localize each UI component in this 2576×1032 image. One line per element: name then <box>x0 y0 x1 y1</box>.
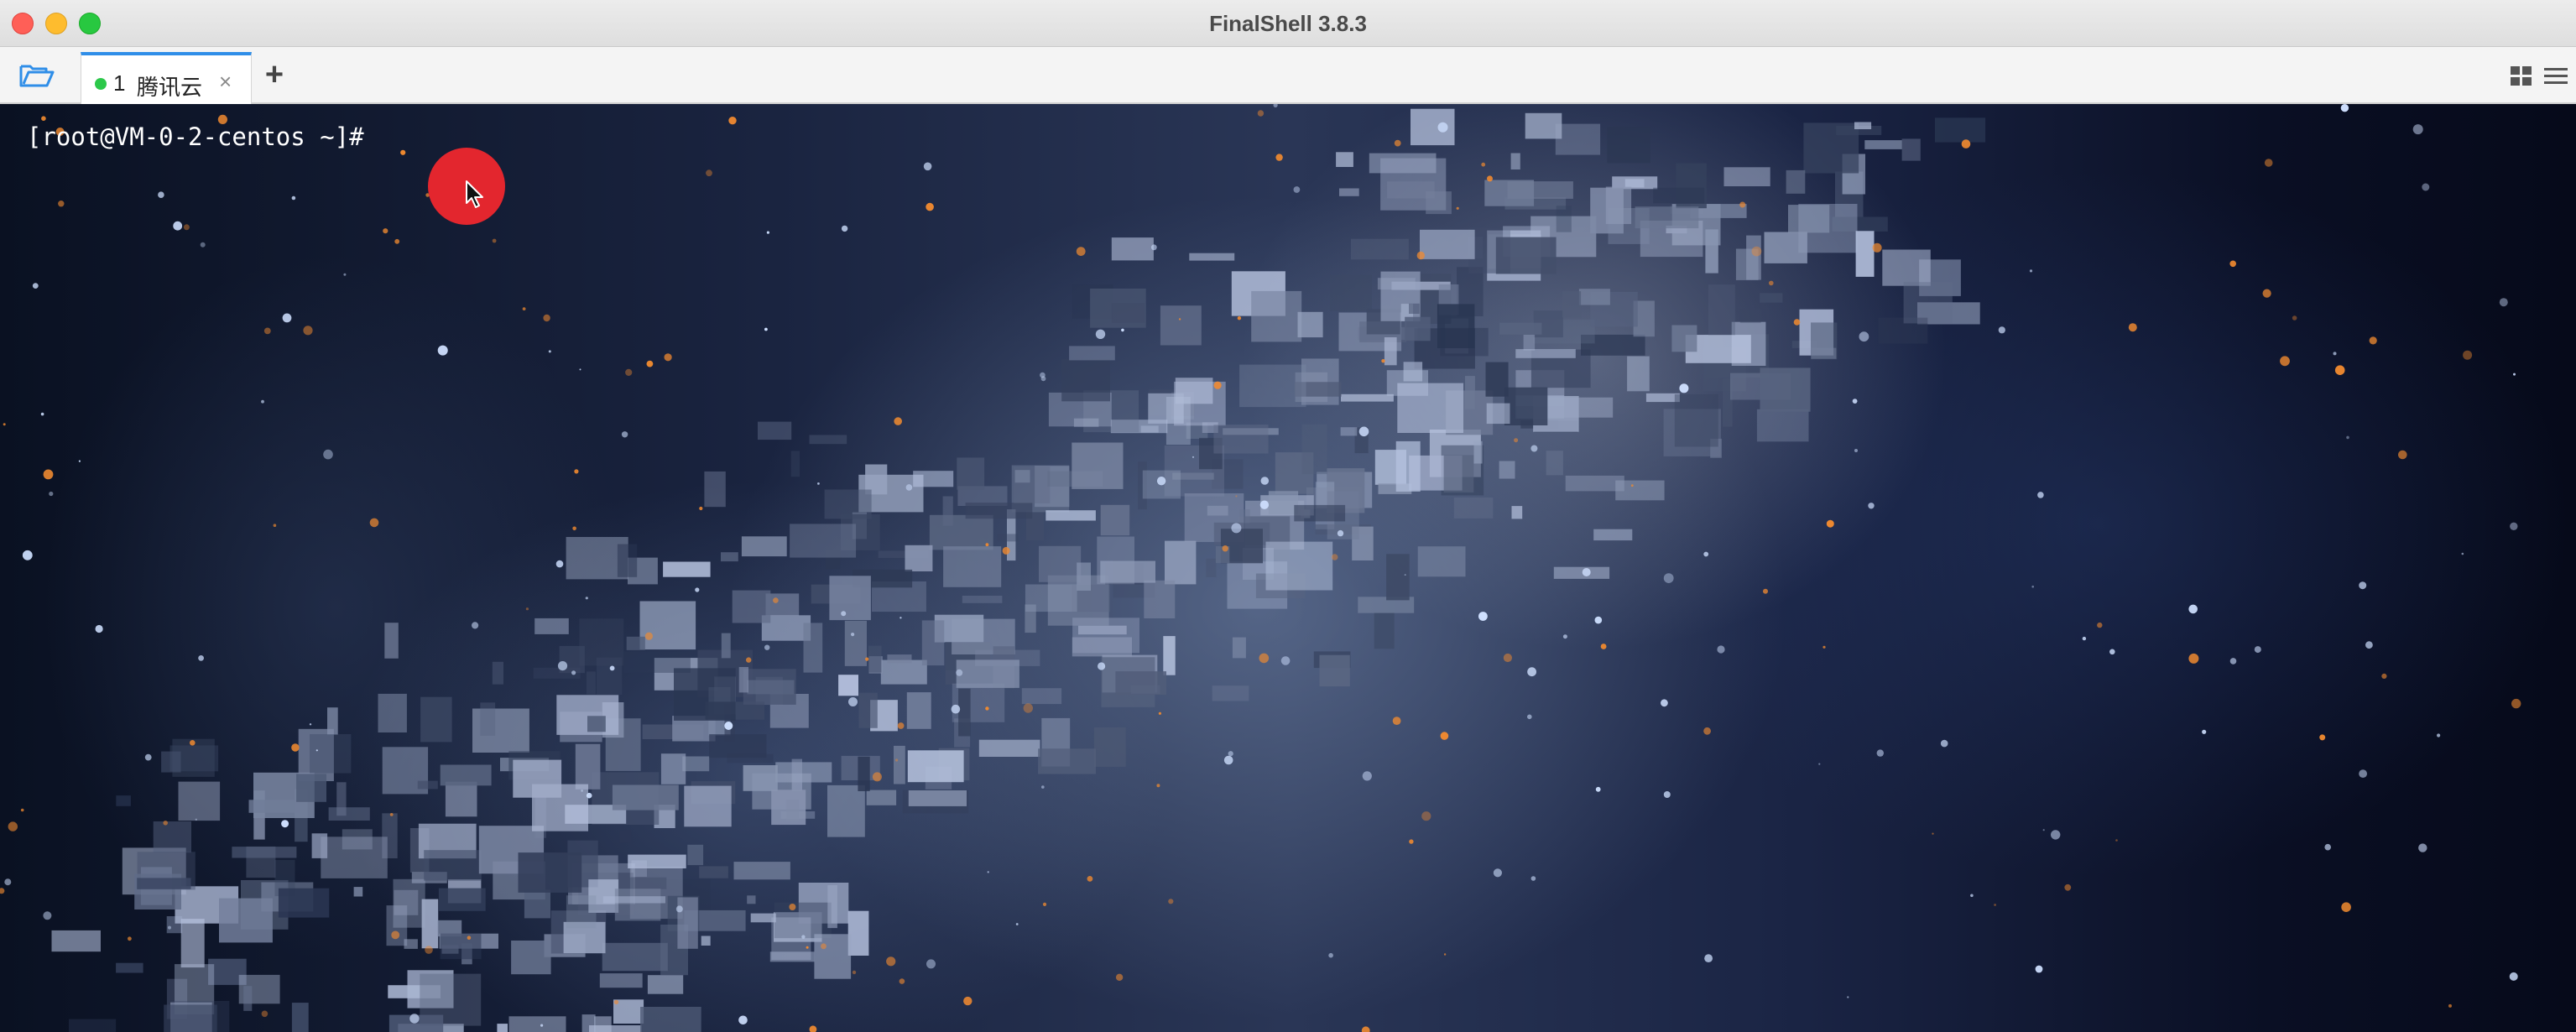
folder-open-icon <box>19 65 55 87</box>
finalshell-window: FinalShell 3.8.3 1 腾讯云 × + [root@VM-0-2-… <box>0 0 2576 1032</box>
add-tab-button[interactable]: + <box>262 55 287 94</box>
tab-session-1[interactable]: 1 腾讯云 × <box>81 52 252 104</box>
list-view-button[interactable] <box>2542 64 2569 89</box>
tab-bar: 1 腾讯云 × + <box>0 47 2576 104</box>
mouse-pointer-icon <box>466 180 483 208</box>
terminal-prompt: [root@VM-0-2-centos ~]# <box>27 122 364 151</box>
tab-number: 1 <box>113 70 126 96</box>
window-title: FinalShell 3.8.3 <box>1209 11 1367 36</box>
grid-view-button[interactable] <box>2509 64 2534 89</box>
terminal-background-image <box>0 104 2521 1032</box>
terminal-area[interactable]: [root@VM-0-2-centos ~]# <box>0 104 2576 1032</box>
title-bar: FinalShell 3.8.3 <box>0 0 2576 47</box>
close-tab-icon[interactable]: × <box>219 69 232 95</box>
open-session-manager-button[interactable] <box>13 59 60 92</box>
tab-label: 腾讯云 <box>137 75 203 100</box>
grid-view-icon <box>2511 66 2532 86</box>
list-view-icon <box>2544 68 2568 84</box>
connection-status-dot <box>95 78 107 90</box>
